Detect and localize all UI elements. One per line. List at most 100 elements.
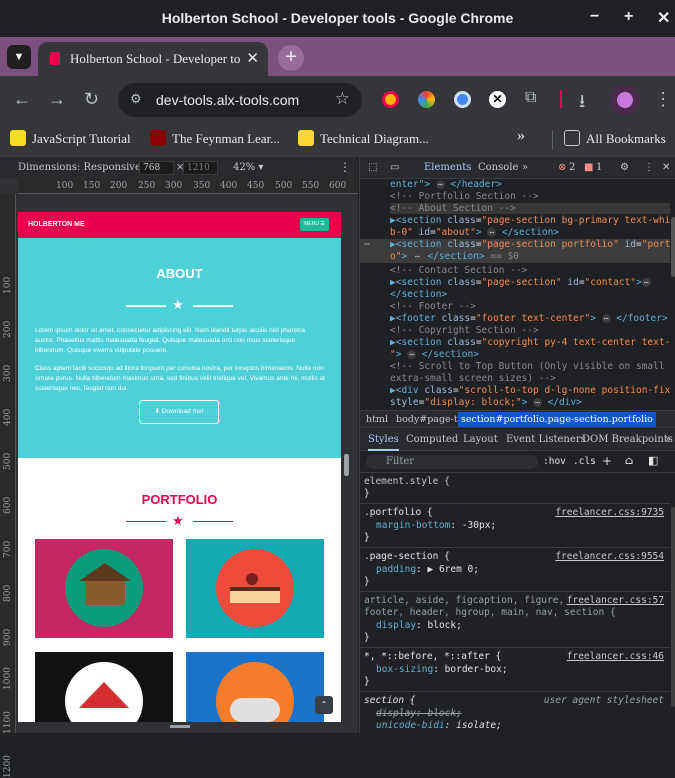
filter-input[interactable]: Filter	[366, 455, 538, 469]
selected-node-dots-icon[interactable]: ⋯	[364, 239, 370, 250]
x-extension-icon[interactable]: ✕	[489, 91, 506, 108]
tab-dom-breakpoints[interactable]: DOM Breakpoints	[582, 434, 673, 445]
new-tab-plus-icon[interactable]: +	[278, 45, 304, 71]
scroll-to-top-button[interactable]: ⌃	[315, 696, 333, 714]
hov-toggle[interactable]: :hov	[543, 456, 566, 467]
dom-line[interactable]: enter"> ⋯ </header>	[390, 179, 502, 190]
bookmark-javascript-tutorial[interactable]: JavaScript Tutorial	[10, 130, 131, 147]
close-devtools-icon[interactable]: ✕	[662, 162, 670, 173]
elements-scrollbar[interactable]	[671, 217, 675, 277]
rule-universal-decl[interactable]: box-sizing: border-box;	[376, 664, 508, 675]
rule-page-section-source[interactable]: freelancer.css:9554	[555, 551, 664, 562]
reload-icon[interactable]: ↻	[84, 89, 99, 110]
bookmarks-overflow-icon[interactable]: »	[517, 127, 525, 145]
bookmark-feynman[interactable]: The Feynman Lear...	[150, 130, 280, 147]
dom-line[interactable]: <!-- Scroll to Top Button (Only visible …	[390, 361, 670, 372]
warning-icon[interactable]: ■	[584, 162, 593, 173]
tab-event-listeners[interactable]: Event Listeners	[506, 434, 586, 445]
devtools-more-icon[interactable]: ⋮	[644, 162, 654, 173]
dom-line[interactable]: <!-- About Section -->	[390, 203, 670, 214]
rule-html5-selector-1[interactable]: article, aside, figcaption, figure,	[364, 595, 564, 606]
tab-computed[interactable]: Computed	[406, 434, 458, 445]
zoom-select[interactable]: 42% ▾	[233, 162, 263, 173]
maximize-icon[interactable]: +	[624, 8, 633, 26]
element-style-selector[interactable]: element.style {	[364, 476, 450, 487]
rule-html5-source[interactable]: freelancer.css:57	[567, 595, 664, 606]
minimize-icon[interactable]: −	[590, 8, 599, 26]
more-tabs-icon[interactable]: »	[522, 162, 528, 173]
download-button[interactable]: ⬇ Download me!	[139, 400, 219, 424]
device-more-icon[interactable]: ⋮	[339, 160, 351, 174]
dom-line-selected[interactable]: o"> ⋯ </section> == $0	[390, 251, 519, 262]
height-input[interactable]: 1210	[183, 161, 218, 175]
dimensions-select[interactable]: Dimensions: Responsive ▾	[18, 162, 149, 173]
rule-portfolio-selector[interactable]: .portfolio {	[364, 507, 433, 518]
crumb-html[interactable]: html	[366, 414, 388, 425]
dom-line[interactable]: <!-- Portfolio Section -->	[390, 191, 539, 202]
dom-line[interactable]: "> ⋯ </section>	[390, 349, 479, 360]
portfolio-item-cabin[interactable]	[35, 539, 173, 638]
rule-html5-decl[interactable]: display: block;	[376, 620, 462, 631]
dom-line[interactable]: ▶<section class="page-section bg-primary…	[390, 215, 670, 226]
download-icon[interactable]: ⭳	[579, 89, 585, 119]
device-toggle-icon[interactable]: ▭	[390, 162, 399, 173]
resize-handle[interactable]	[344, 454, 349, 476]
rule-portfolio-decl[interactable]: margin-bottom: -30px;	[376, 520, 496, 531]
dom-line[interactable]: </section>	[390, 289, 447, 300]
error-icon[interactable]: ⊗	[558, 162, 566, 173]
dom-line[interactable]: ▶<div class="scroll-to-top d-lg-none pos…	[390, 385, 670, 396]
all-bookmarks[interactable]: All Bookmarks	[564, 130, 666, 147]
tab-elements[interactable]: Elements	[424, 162, 471, 173]
address-bar[interactable]: ⚙ dev-tools.alx-tools.com ☆	[118, 83, 362, 117]
extension-1-icon[interactable]	[382, 91, 399, 108]
dom-line[interactable]: <!-- Footer -->	[390, 301, 476, 312]
tab-console[interactable]: Console	[478, 162, 518, 173]
profile-avatar[interactable]	[610, 85, 640, 115]
rule-page-section-selector[interactable]: .page-section {	[364, 551, 450, 562]
bookmark-star-icon[interactable]: ☆	[335, 89, 350, 109]
bottom-resize-handle[interactable]	[170, 725, 190, 728]
width-input[interactable]: 768	[139, 161, 174, 175]
paint-icon[interactable]: ⌂	[625, 454, 633, 467]
dom-line[interactable]: <!-- Copyright Section -->	[390, 325, 539, 336]
tab-close-icon[interactable]: ✕	[246, 49, 259, 68]
crumb-section[interactable]: section#portfolio.page-section.portfolio	[458, 412, 656, 427]
dom-line[interactable]: ▶<section class="page-section" id="conta…	[390, 277, 651, 288]
dom-line[interactable]: style="display: block;"> ⋯ </div>	[390, 397, 582, 408]
extensions-puzzle-icon[interactable]: ⧉	[525, 89, 536, 107]
portfolio-item-circus[interactable]	[35, 652, 173, 722]
dom-line[interactable]: extra-small screen sizes) -->	[390, 373, 556, 384]
rule-page-section-decl[interactable]: padding: ▶ 6rem 0;	[376, 564, 479, 575]
tab-search-chevron-down-icon[interactable]: ▼	[7, 45, 31, 69]
dom-line[interactable]: <!-- Contact Section -->	[390, 265, 527, 276]
close-window-icon[interactable]: ✕	[657, 8, 670, 28]
more-style-tabs-icon[interactable]: »	[665, 434, 671, 445]
back-arrow-icon[interactable]: ←	[13, 89, 31, 110]
rule-section-decl-overridden[interactable]: display: block;	[376, 708, 462, 719]
rule-portfolio-source[interactable]: freelancer.css:9735	[555, 507, 664, 518]
more-menu-icon[interactable]: ⋮	[654, 89, 672, 110]
site-menu-button[interactable]: MENU ☰	[300, 218, 329, 231]
inspect-icon[interactable]: ⬚	[368, 162, 377, 173]
site-brand[interactable]: HOLBERTON ME	[28, 221, 85, 228]
dom-line[interactable]: ▶<footer class="footer text-center"> ⋯ <…	[390, 313, 668, 324]
cls-toggle[interactable]: .cls	[573, 456, 596, 467]
chrome-extension-icon[interactable]	[418, 91, 435, 108]
dom-line[interactable]: ▶<section class="copyright py-4 text-cen…	[390, 337, 670, 348]
rule-universal-source[interactable]: freelancer.css:46	[567, 651, 664, 662]
styles-scrollbar[interactable]	[671, 507, 675, 707]
add-rule-icon[interactable]: +	[602, 454, 612, 468]
sidebar-toggle-icon[interactable]: ◧	[648, 454, 658, 467]
tab-holberton[interactable]: Holberton School - Developer to ✕	[38, 42, 268, 76]
portfolio-item-cake[interactable]	[186, 539, 324, 638]
dom-line[interactable]: b-0" id="about"> ⋯ </section>	[390, 227, 559, 238]
bookmark-technical-diagram[interactable]: Technical Diagram...	[298, 130, 429, 147]
rule-section-decl[interactable]: unicode-bidi: isolate;	[376, 720, 502, 731]
portfolio-item-game[interactable]	[186, 652, 324, 722]
rule-section-selector[interactable]: section {	[364, 695, 415, 706]
tab-layout[interactable]: Layout	[463, 434, 498, 445]
site-info-icon[interactable]: ⚙	[130, 91, 142, 107]
forward-arrow-icon[interactable]: →	[48, 89, 66, 110]
tab-styles[interactable]: Styles	[368, 434, 399, 451]
rule-universal-selector[interactable]: *, *::before, *::after {	[364, 651, 501, 662]
